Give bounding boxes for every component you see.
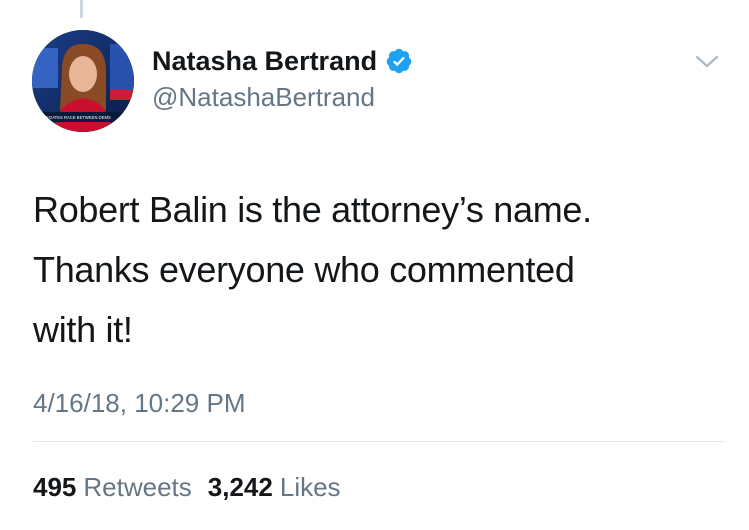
likes-stat[interactable]: 3,242 Likes xyxy=(208,470,341,504)
avatar[interactable]: DELEGATES RACE BETWEEN DEMS xyxy=(32,30,134,132)
author-display-name[interactable]: Natasha Bertrand xyxy=(152,44,377,78)
tweet-timestamp[interactable]: 4/16/18, 10:29 PM xyxy=(33,386,245,420)
retweets-count: 495 xyxy=(33,472,77,502)
likes-label: Likes xyxy=(279,472,341,502)
engagement-stats: 495 Retweets 3,242 Likes xyxy=(33,470,341,504)
author-name-row: Natasha Bertrand xyxy=(152,44,413,78)
retweets-label: Retweets xyxy=(83,472,192,502)
retweets-stat[interactable]: 495 Retweets xyxy=(33,470,192,504)
likes-count: 3,242 xyxy=(207,472,273,502)
chevron-down-icon[interactable] xyxy=(693,49,721,73)
author-handle[interactable]: @NatashaBertrand xyxy=(152,82,375,112)
thread-connector-line xyxy=(80,0,83,18)
tweet-text: Robert Balin is the attorney’s name. Tha… xyxy=(33,189,592,350)
divider xyxy=(33,441,725,442)
avatar-caption: DELEGATES RACE BETWEEN DEMS xyxy=(38,115,111,120)
avatar-image: DELEGATES RACE BETWEEN DEMS xyxy=(32,30,134,132)
verified-badge-icon xyxy=(385,47,413,75)
